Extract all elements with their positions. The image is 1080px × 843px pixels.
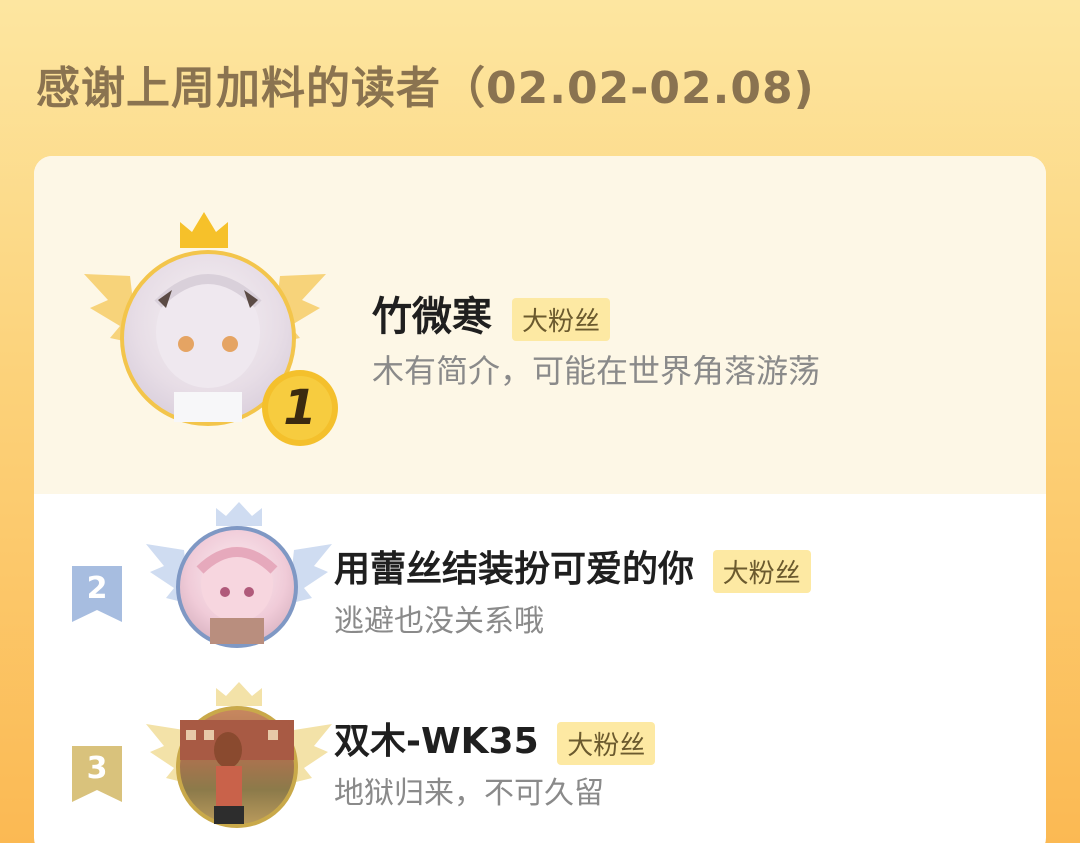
page-title: 感谢上周加料的读者（02.02-02.08) bbox=[36, 63, 815, 114]
reader-row-1[interactable]: 1 竹微寒 大粉丝 木有简介，可能在世界角落游荡 bbox=[34, 204, 1046, 446]
rank-number: 3 bbox=[86, 751, 108, 786]
rank-number: 2 bbox=[86, 571, 108, 606]
avatar[interactable] bbox=[176, 706, 298, 828]
reader-bio: 木有简介，可能在世界角落游荡 bbox=[372, 352, 821, 390]
fan-badge: 大粉丝 bbox=[511, 297, 610, 341]
reader-name-text: 竹微寒 bbox=[372, 294, 492, 340]
fan-badge: 大粉丝 bbox=[557, 721, 656, 765]
reader-name: 竹微寒 大粉丝 bbox=[372, 284, 610, 342]
avatar-frame: 1 bbox=[80, 204, 338, 446]
reader-name: 用蕾丝结装扮可爱的你 大粉丝 bbox=[334, 540, 811, 593]
rank-number: 1 bbox=[283, 380, 317, 436]
fan-badge: 大粉丝 bbox=[712, 549, 811, 593]
crown-icon bbox=[180, 212, 228, 248]
reader-name: 双木-WK35 大粉丝 bbox=[334, 712, 656, 765]
reader-bio: 地狱归来，不可久留 bbox=[334, 776, 604, 811]
reader-name-text: 用蕾丝结装扮可爱的你 bbox=[334, 549, 695, 590]
avatar[interactable] bbox=[176, 526, 298, 648]
avatar-art-icon bbox=[196, 546, 278, 644]
avatar-frame bbox=[144, 502, 334, 662]
reader-row-2[interactable]: 2 用蕾丝结装扮可爱的你 大粉丝 逃避也没关系哦 bbox=[34, 502, 1046, 666]
reader-row-3[interactable]: 3 双木-WK35 大粉丝 地狱归来，不可久留 bbox=[34, 682, 1046, 843]
leaderboard-card: 1 竹微寒 大粉丝 木有简介，可能在世界角落游荡 2 用蕾丝结装扮可爱的你 大粉… bbox=[34, 156, 1046, 843]
avatar-frame bbox=[144, 682, 334, 842]
reader-bio: 逃避也没关系哦 bbox=[334, 604, 544, 639]
reader-name-text: 双木-WK35 bbox=[334, 721, 539, 762]
avatar-art-icon bbox=[180, 720, 294, 824]
